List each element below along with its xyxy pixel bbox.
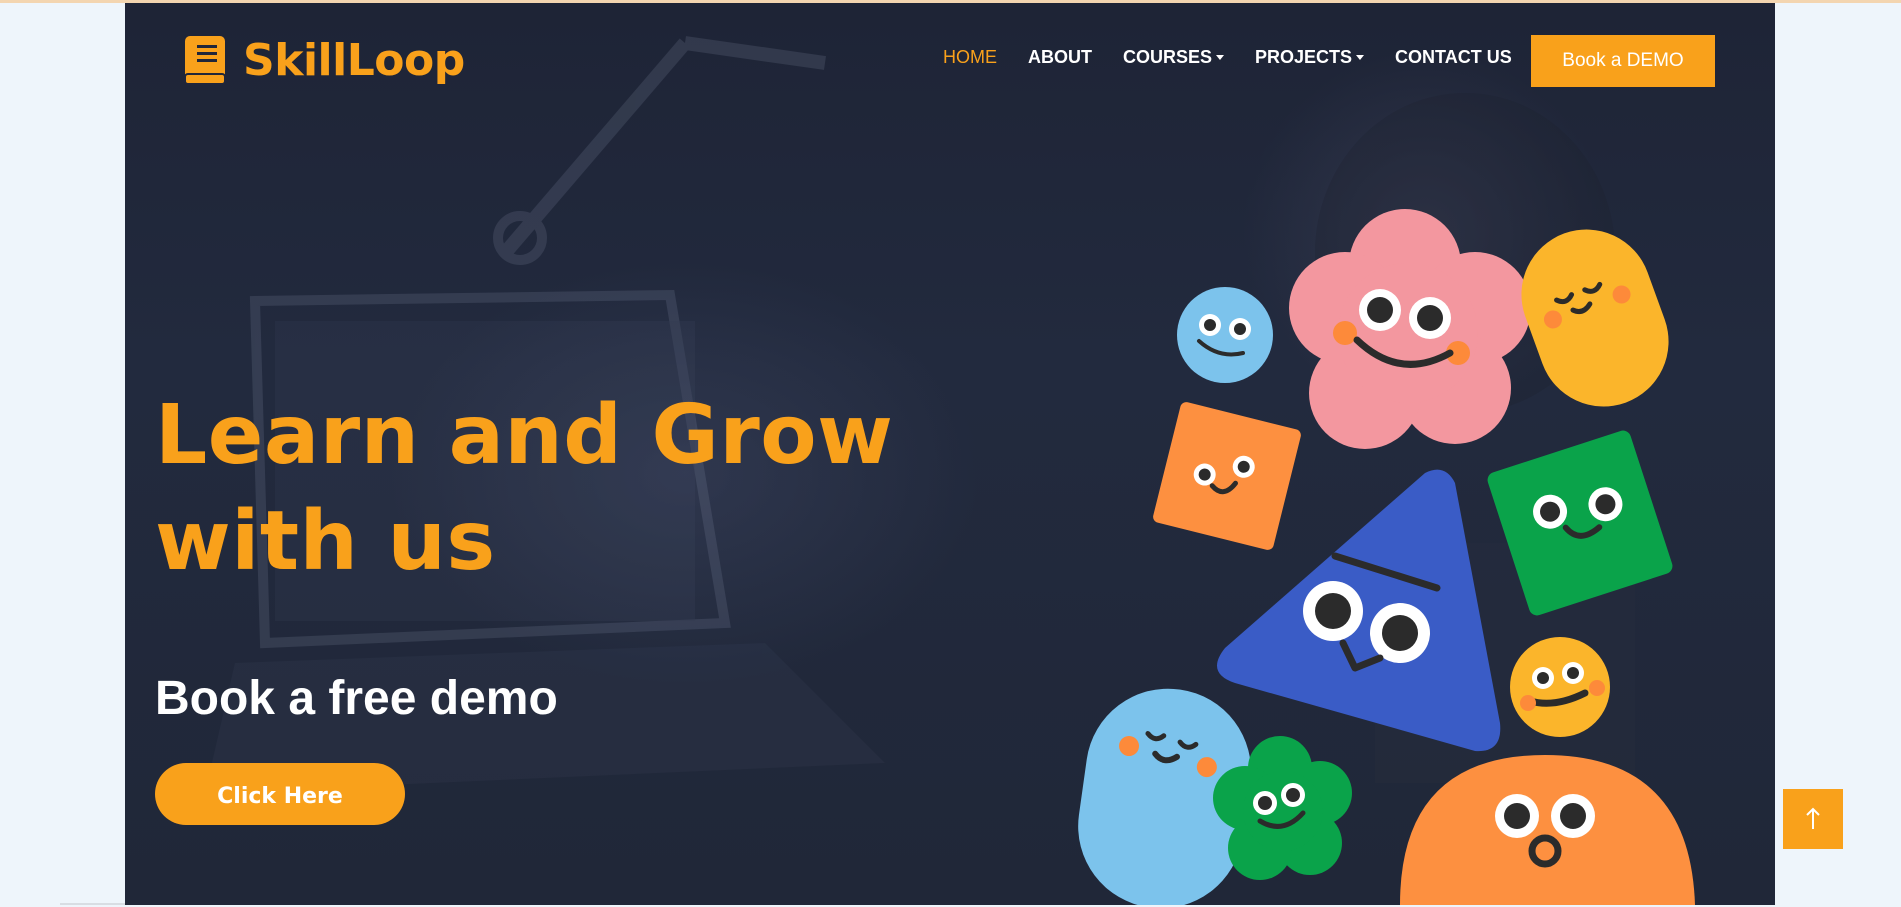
yellow-circle-character xyxy=(1510,637,1610,737)
hero-section: SkillLoop HOME ABOUT COURSES PROJECTS CO… xyxy=(125,3,1775,905)
pink-flower-character xyxy=(1289,209,1531,449)
scroll-to-top-button[interactable] xyxy=(1783,789,1843,849)
arrow-up-icon xyxy=(1806,807,1820,829)
blue-circle-character xyxy=(1177,287,1273,383)
orange-dome-character xyxy=(1400,755,1695,905)
shapes-illustration xyxy=(1078,209,1695,905)
green-square-character xyxy=(1487,430,1673,616)
orange-square-character xyxy=(1153,402,1301,550)
yellow-pill-character xyxy=(1521,229,1669,407)
